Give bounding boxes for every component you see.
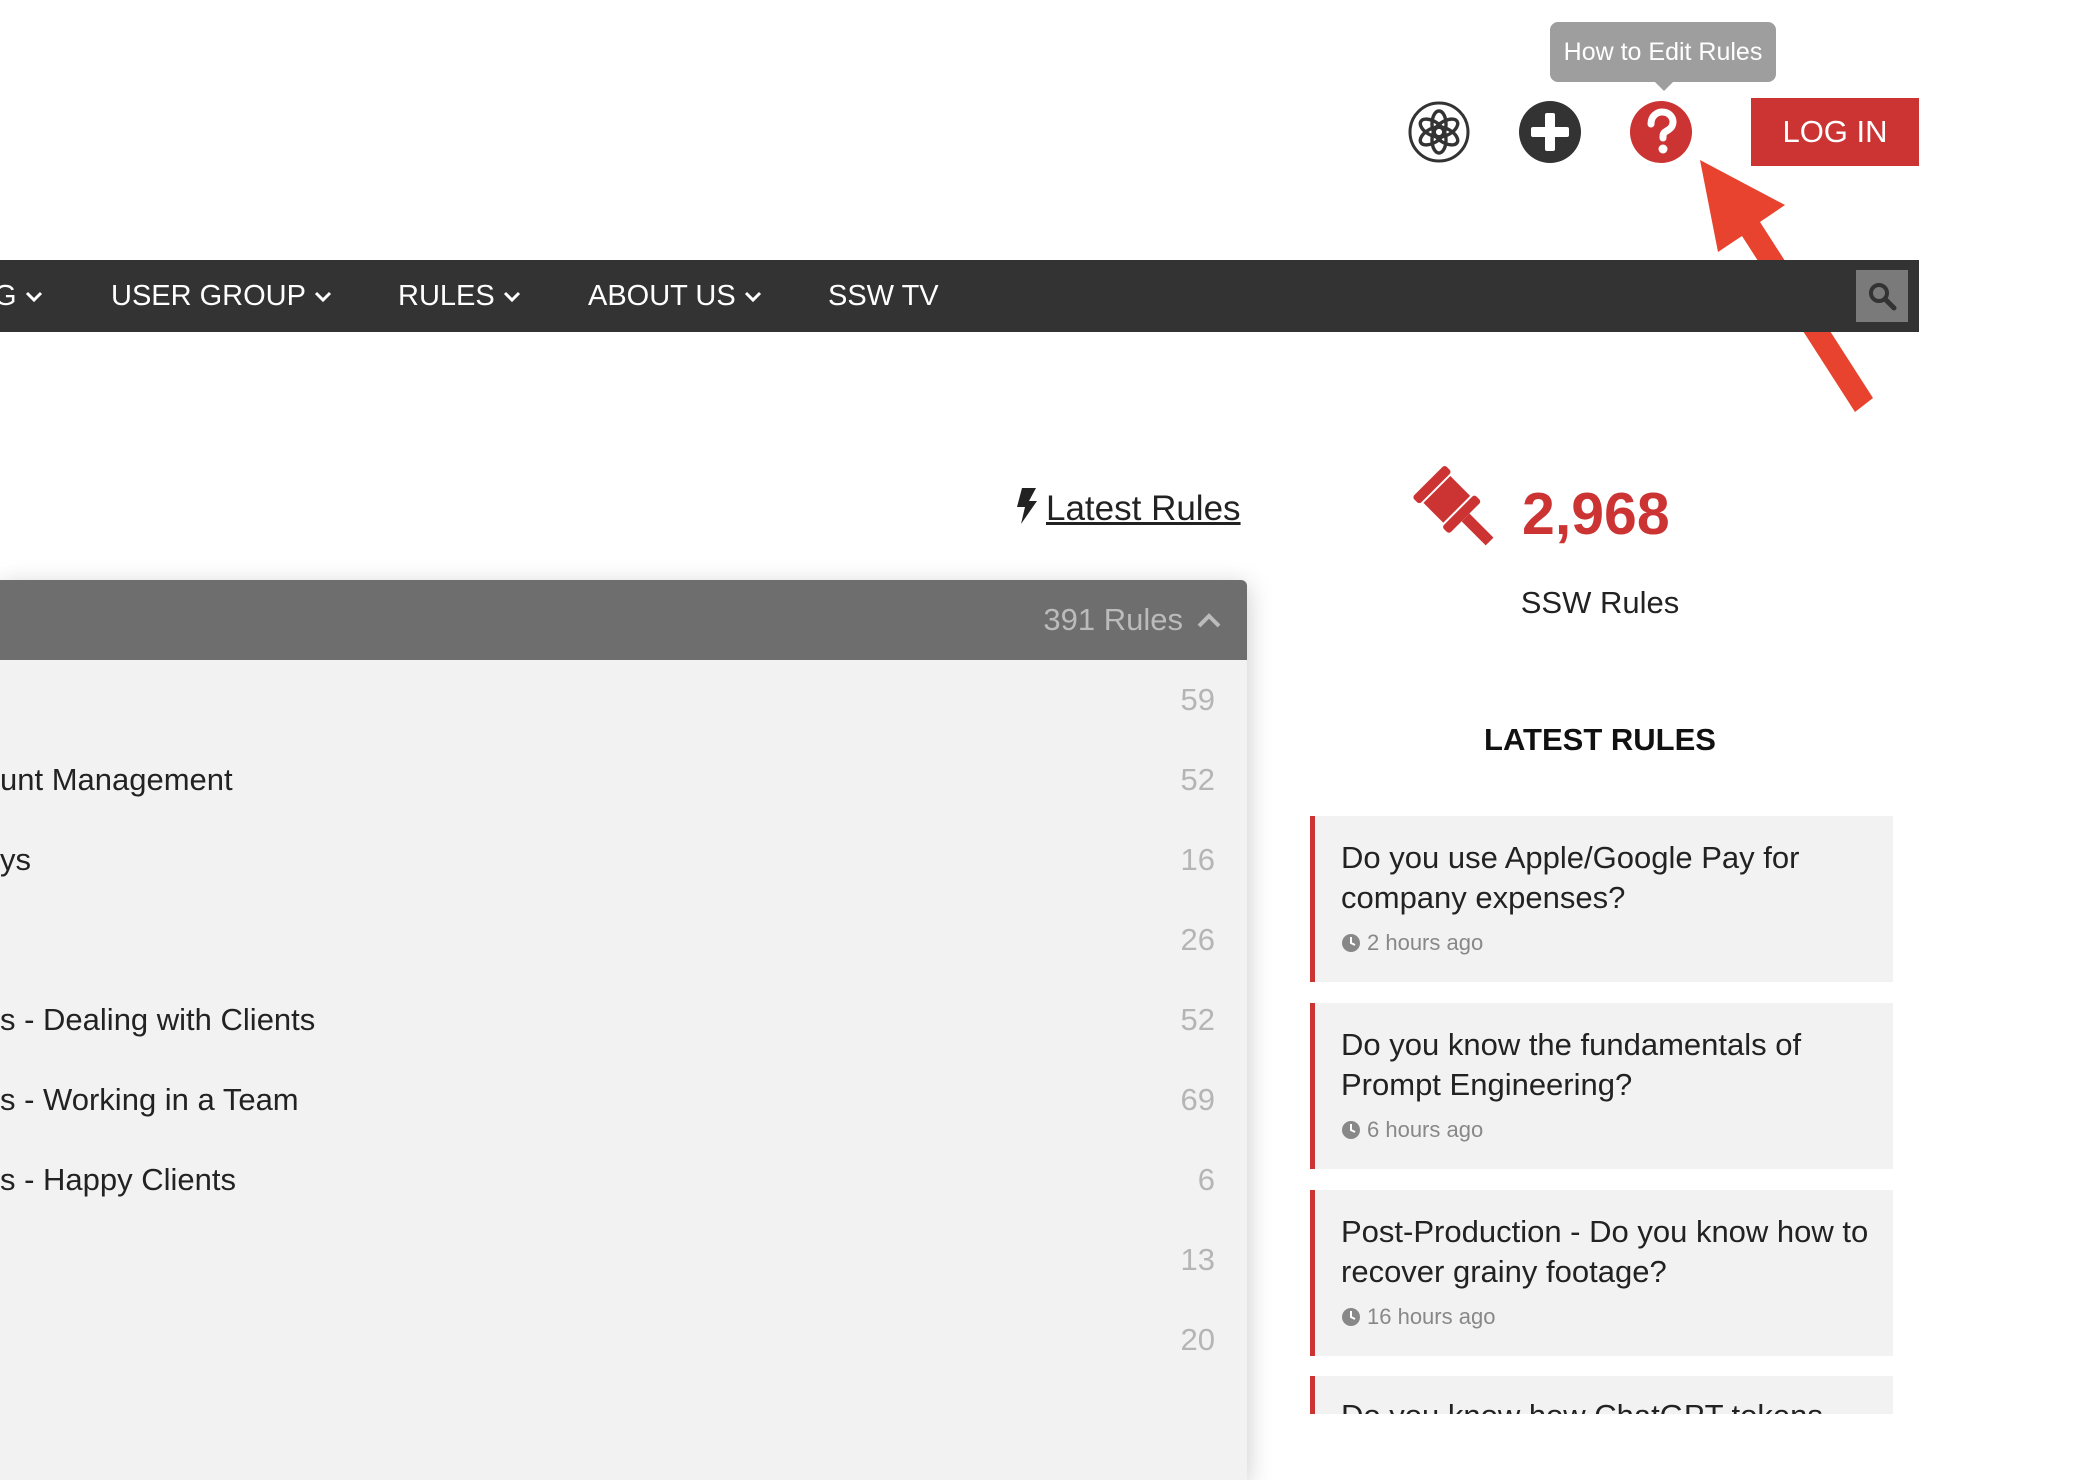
category-row[interactable]: s - Dealing with Clients 52: [0, 980, 1247, 1060]
category-row[interactable]: s - Happy Clients 6: [0, 1140, 1247, 1220]
nav-item-label: G: [0, 280, 17, 312]
category-count: 16: [1180, 842, 1215, 877]
category-row[interactable]: 13: [0, 1220, 1247, 1300]
chevron-up-icon: [1197, 613, 1221, 628]
add-icon[interactable]: [1518, 100, 1582, 164]
chevron-down-icon: [314, 292, 332, 303]
latest-rules-link-label: Latest Rules: [1046, 489, 1241, 528]
latest-rule-time-text: 2 hours ago: [1367, 930, 1484, 955]
latest-rule-title: Do you know the fundamentals of Prompt E…: [1341, 1027, 1802, 1102]
category-row[interactable]: unt Management 52: [0, 740, 1247, 820]
nav-item-label: ABOUT US: [588, 280, 736, 312]
clock-icon: [1342, 934, 1360, 952]
category-count: 6: [1197, 1162, 1215, 1197]
latest-rule-card[interactable]: Do you know how ChatGPT tokens: [1310, 1376, 1893, 1414]
chevron-down-icon: [25, 292, 42, 303]
help-icon[interactable]: [1629, 100, 1693, 164]
login-button[interactable]: LOG IN: [1751, 98, 1919, 166]
nav-item-label: SSW TV: [828, 280, 939, 312]
nav-item-partial[interactable]: G: [0, 260, 43, 332]
category-count: 13: [1180, 1242, 1215, 1277]
category-panel: 391 Rules 59 unt Management 52 ys 16 26 …: [0, 580, 1247, 1480]
rules-count: 391 Rules: [1043, 602, 1183, 637]
panel-header: 391 Rules: [0, 580, 1247, 660]
category-row[interactable]: 26: [0, 900, 1247, 980]
category-count: 20: [1180, 1322, 1215, 1357]
gavel-icon: [1408, 462, 1504, 558]
latest-rule-time-text: 16 hours ago: [1367, 1304, 1496, 1329]
latest-rule-card[interactable]: Do you know the fundamentals of Prompt E…: [1310, 1003, 1893, 1169]
rules-total-label: SSW Rules: [1520, 585, 1680, 620]
chatgpt-icon[interactable]: [1407, 100, 1471, 164]
category-label: s - Dealing with Clients: [0, 1002, 316, 1037]
nav-item-label: RULES: [398, 280, 495, 312]
latest-rules-link[interactable]: Latest Rules: [1016, 488, 1241, 529]
category-row[interactable]: s - Working in a Team 69: [0, 1060, 1247, 1140]
nav-item-label: USER GROUP: [111, 280, 306, 312]
latest-rule-title: Post-Production - Do you know how to rec…: [1341, 1214, 1869, 1289]
latest-rule-time: 16 hours ago: [1341, 1304, 1495, 1330]
category-count: 26: [1180, 922, 1215, 957]
latest-rule-time: 2 hours ago: [1341, 930, 1483, 956]
lightning-icon: [1017, 488, 1037, 524]
rules-total: 2,968: [1522, 481, 1670, 547]
nav-item-rules[interactable]: RULES: [398, 260, 521, 332]
nav-item-user-group[interactable]: USER GROUP: [111, 260, 332, 332]
latest-rule-time: 6 hours ago: [1341, 1117, 1483, 1143]
chevron-down-icon: [503, 292, 520, 303]
category-row[interactable]: 59: [0, 660, 1247, 740]
category-row[interactable]: ys 16: [0, 820, 1247, 900]
help-tooltip: How to Edit Rules: [1550, 22, 1776, 91]
search-icon: [1869, 283, 1897, 311]
category-label: unt Management: [0, 762, 233, 797]
clock-icon: [1342, 1121, 1360, 1139]
latest-rule-card[interactable]: Post-Production - Do you know how to rec…: [1310, 1190, 1893, 1356]
latest-rule-title: Do you know how ChatGPT tokens: [1341, 1396, 1881, 1414]
category-count: 52: [1180, 762, 1215, 797]
category-label: s - Working in a Team: [0, 1082, 299, 1117]
category-count: 59: [1180, 682, 1215, 717]
clock-icon: [1342, 1308, 1360, 1326]
latest-rule-title: Do you use Apple/Google Pay for company …: [1341, 840, 1800, 915]
collapse-toggle[interactable]: 391 Rules: [1043, 580, 1221, 660]
category-row[interactable]: 20: [0, 1300, 1247, 1380]
latest-rules-heading: LATEST RULES: [1484, 722, 1716, 757]
nav-item-ssw-tv[interactable]: SSW TV: [828, 260, 939, 332]
latest-rule-card[interactable]: Do you use Apple/Google Pay for company …: [1310, 816, 1893, 982]
category-label: s - Happy Clients: [0, 1162, 237, 1197]
nav-item-about-us[interactable]: ABOUT US: [588, 260, 762, 332]
latest-rule-time-text: 6 hours ago: [1367, 1117, 1484, 1142]
category-label: ys: [0, 842, 31, 877]
category-count: 69: [1180, 1082, 1215, 1117]
category-count: 52: [1180, 1002, 1215, 1037]
search-button[interactable]: [1856, 270, 1908, 322]
main-nav: G USER GROUP RULES ABOUT US SSW TV: [0, 260, 1919, 332]
chevron-down-icon: [744, 292, 761, 303]
